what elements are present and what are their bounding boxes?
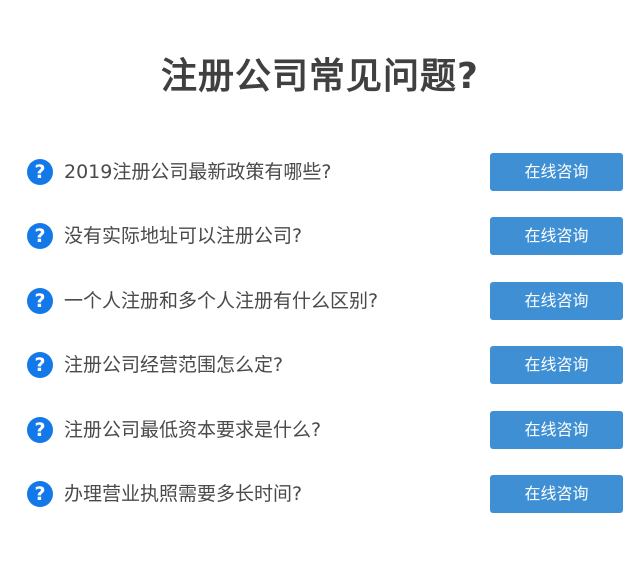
faq-item-0: ? 2019注册公司最新政策有哪些? 在线咨询 (0, 153, 640, 191)
faq-question[interactable]: 办理营业执照需要多长时间? (64, 475, 302, 513)
question-circle-icon: ? (27, 287, 53, 314)
faq-item-3: ? 注册公司经营范围怎么定? 在线咨询 (0, 346, 640, 385)
question-circle-icon: ? (27, 416, 53, 443)
faq-list: ? 2019注册公司最新政策有哪些? 在线咨询 ? 没有实际地址可以注册公司? … (0, 153, 640, 539)
faq-page: 注册公司常见问题? ? 2019注册公司最新政策有哪些? 在线咨询 ? 没有实际… (0, 0, 640, 562)
consult-button[interactable]: 在线咨询 (490, 281, 623, 320)
question-circle-icon: ? (27, 159, 53, 185)
faq-question[interactable]: 2019注册公司最新政策有哪些? (64, 153, 331, 191)
faq-item-2: ? 一个人注册和多个人注册有什么区别? 在线咨询 (0, 281, 640, 320)
question-circle-icon: ? (27, 480, 53, 507)
page-title: 注册公司常见问题? (161, 56, 479, 97)
faq-question[interactable]: 一个人注册和多个人注册有什么区别? (64, 282, 378, 320)
consult-button[interactable]: 在线咨询 (490, 217, 623, 256)
faq-item-5: ? 办理营业执照需要多长时间? 在线咨询 (0, 474, 640, 513)
question-circle-icon: ? (27, 223, 53, 250)
faq-question[interactable]: 注册公司经营范围怎么定? (64, 346, 283, 384)
question-circle-icon: ? (27, 352, 53, 379)
consult-button[interactable]: 在线咨询 (490, 346, 623, 385)
consult-button[interactable]: 在线咨询 (490, 153, 623, 191)
faq-item-1: ? 没有实际地址可以注册公司? 在线咨询 (0, 217, 640, 256)
faq-question[interactable]: 注册公司最低资本要求是什么? (64, 411, 321, 449)
consult-button[interactable]: 在线咨询 (490, 410, 623, 449)
consult-button[interactable]: 在线咨询 (490, 474, 623, 513)
faq-item-4: ? 注册公司最低资本要求是什么? 在线咨询 (0, 410, 640, 449)
faq-question[interactable]: 没有实际地址可以注册公司? (64, 217, 302, 255)
